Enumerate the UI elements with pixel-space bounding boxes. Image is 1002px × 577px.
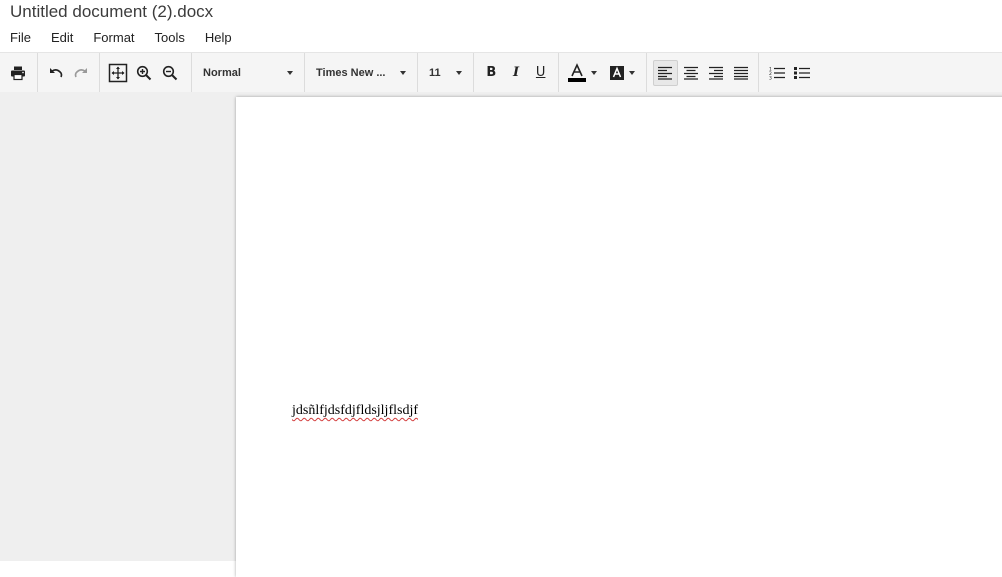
text-color-button[interactable] — [564, 61, 600, 85]
zoom-in-button[interactable] — [132, 61, 156, 85]
font-family-select[interactable]: Times New ... — [310, 61, 412, 85]
chevron-down-icon — [400, 70, 406, 75]
color-group — [559, 53, 647, 92]
document-title[interactable]: Untitled document (2).docx — [10, 2, 213, 24]
font-family-value: Times New ... — [316, 66, 386, 79]
highlight-color-icon — [610, 65, 624, 80]
menu-format[interactable]: Format — [83, 29, 144, 47]
font-size-select[interactable]: 11 — [423, 61, 468, 85]
font-family-group: Times New ... — [305, 53, 418, 92]
chevron-down-icon — [629, 70, 635, 75]
print-group — [0, 53, 38, 92]
align-justify-button[interactable] — [729, 61, 752, 85]
zoom-out-button[interactable] — [158, 61, 182, 85]
chevron-down-icon — [456, 70, 462, 75]
fit-page-icon — [108, 63, 128, 82]
menu-help[interactable]: Help — [195, 29, 242, 47]
undo-icon — [49, 67, 63, 77]
bulleted-list-button[interactable] — [790, 61, 813, 85]
undo-button[interactable] — [44, 61, 68, 85]
font-size-group: 11 — [418, 53, 474, 92]
align-left-icon — [658, 66, 673, 80]
menu-tools[interactable]: Tools — [145, 29, 195, 47]
numbered-list-icon: 1 2 3 — [769, 66, 785, 80]
paragraph-style-select[interactable]: Normal — [197, 61, 299, 85]
document-page[interactable]: jdsñlfjdsfdjfldsjljflsdjf — [236, 97, 1002, 577]
text-format-group: B I U — [474, 53, 559, 92]
zoom-group — [100, 53, 192, 92]
printer-icon — [11, 66, 25, 80]
style-group: Normal — [192, 53, 305, 92]
align-right-icon — [708, 66, 723, 80]
align-center-icon — [684, 66, 699, 80]
zoom-in-icon — [136, 65, 152, 80]
italic-button[interactable]: I — [505, 61, 528, 85]
toolbar: Normal Times New ... 11 B I U 1 2 3 — [0, 52, 1002, 92]
align-right-button[interactable] — [705, 61, 728, 85]
text-color-icon — [568, 62, 586, 82]
bulleted-list-icon — [793, 66, 810, 79]
italic-icon: I — [512, 65, 520, 80]
font-size-value: 11 — [429, 66, 441, 79]
alignment-group — [647, 53, 759, 92]
underline-icon: U — [535, 65, 546, 80]
chevron-down-icon — [591, 70, 597, 75]
highlight-color-button[interactable] — [606, 61, 638, 85]
document-workspace: jdsñlfjdsfdjfldsjljflsdjf — [0, 92, 1002, 577]
zoom-out-icon — [162, 65, 178, 80]
redo-icon — [74, 67, 88, 77]
bold-icon: B — [486, 65, 497, 80]
numbered-list-button[interactable]: 1 2 3 — [765, 61, 788, 85]
print-button[interactable] — [6, 61, 30, 85]
bold-button[interactable]: B — [480, 61, 503, 85]
menubar: File Edit Format Tools Help — [0, 28, 242, 48]
history-group — [38, 53, 100, 92]
menu-edit[interactable]: Edit — [41, 29, 83, 47]
align-center-button[interactable] — [680, 61, 703, 85]
paragraph-style-value: Normal — [203, 66, 241, 79]
chevron-down-icon — [287, 70, 293, 75]
menu-file[interactable]: File — [0, 29, 41, 47]
fit-page-button[interactable] — [106, 61, 130, 85]
redo-button[interactable] — [70, 61, 94, 85]
underline-button[interactable]: U — [529, 61, 552, 85]
svg-text:3: 3 — [769, 75, 772, 80]
align-left-button[interactable] — [653, 59, 678, 86]
document-text[interactable]: jdsñlfjdsfdjfldsjljflsdjf — [292, 403, 418, 419]
list-group: 1 2 3 — [759, 53, 819, 92]
align-justify-icon — [733, 66, 748, 80]
